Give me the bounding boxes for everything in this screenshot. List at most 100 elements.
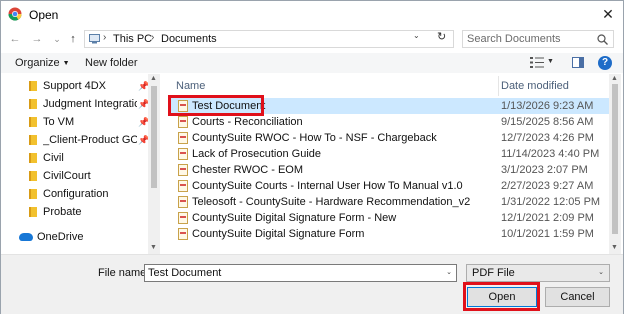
address-bar[interactable]: › This PC › Documents [84,30,454,48]
nav-item-label: Support 4DX [43,80,106,92]
back-icon[interactable]: ← [7,31,23,47]
nav-item-probate[interactable]: Probate [1,203,147,221]
file-name: CountySuite Digital Signature Form - New [192,212,397,224]
highlight-box [463,282,540,311]
column-header-name[interactable]: Name [176,80,205,92]
file-row[interactable]: CountySuite Digital Signature Form 10/1/… [169,226,609,242]
file-name: CountySuite RWOC - How To - NSF - Charge… [192,132,437,144]
pdf-file-icon [178,116,188,128]
nav-item-support-4dx[interactable]: Support 4DX 📌 [1,77,149,95]
pdf-file-icon [178,212,188,224]
dialog-footer: File name: ⌄ PDF File ⌄ Open Cancel [1,254,623,314]
search-box[interactable] [462,30,614,48]
organize-label: Organize [15,57,60,69]
nav-item-civil[interactable]: Civil [1,149,147,167]
nav-item-label: CivilCourt [43,170,91,182]
nav-item-label: Configuration [43,188,109,200]
folder-icon [29,99,37,109]
preview-pane-icon[interactable] [572,57,584,68]
view-dropdown-icon[interactable]: ▼ [547,58,554,65]
nav-item-label: OneDrive [37,231,84,243]
pdf-file-icon [178,132,188,144]
nav-item-label: To VM [43,116,75,128]
folder-icon [29,153,37,163]
command-bar: Organize ▼ New folder ▼ ? [1,53,623,73]
file-row[interactable]: Lack of Prosecution Guide 11/14/2023 4:4… [169,146,609,162]
scroll-up-icon[interactable]: ▲ [611,75,618,82]
nav-item-to-vm[interactable]: To VM 📌 [1,113,149,131]
search-input[interactable] [467,32,595,46]
file-date: 1/31/2022 12:05 PM [501,196,601,208]
file-list: Name Date modified Test Document 1/13/20… [161,74,623,254]
close-icon: ✕ [602,5,614,22]
file-date: 12/1/2021 2:09 PM [501,212,594,224]
help-icon[interactable]: ? [598,56,612,70]
file-row[interactable]: Courts - Reconciliation 9/15/2025 8:56 A… [169,114,609,130]
file-row[interactable]: CountySuite Digital Signature Form - New… [169,210,609,226]
this-pc-icon [89,34,100,44]
file-name-label: File name: [98,267,150,279]
navigation-bar: ← → ⌄ ↑ › This PC › Documents ⌄ ↻ [1,29,623,49]
file-date: 2/27/2023 9:27 AM [501,180,594,192]
folder-icon [29,171,37,181]
file-type-value: PDF File [472,267,515,279]
search-icon [597,34,608,45]
view-options-icon[interactable] [530,57,544,68]
scroll-down-icon[interactable]: ▼ [150,244,157,251]
nav-scrollbar[interactable]: ▲ ▼ [148,74,160,254]
file-name-combobox[interactable]: ⌄ [144,264,457,282]
file-row[interactable]: Chester RWOC - EOM 3/1/2023 2:07 PM [169,162,609,178]
breadcrumb-this-pc[interactable]: This PC [113,33,152,45]
file-name: Lack of Prosecution Guide [192,148,322,160]
pdf-file-icon [178,228,188,240]
file-date: 9/15/2025 8:56 AM [501,116,594,128]
up-icon[interactable]: ↑ [65,31,81,47]
file-name: CountySuite Courts - Internal User How T… [192,180,463,192]
file-list-scrollbar-thumb[interactable] [612,84,618,234]
chrome-icon [8,7,22,21]
file-date: 10/1/2021 1:59 PM [501,228,594,240]
organize-menu[interactable]: Organize ▼ [15,57,70,69]
nav-item-label: Civil [43,152,64,164]
file-name: Courts - Reconciliation [192,116,303,128]
folder-icon [29,189,37,199]
close-button[interactable]: ✕ [595,3,621,25]
folder-icon [29,81,37,91]
file-date: 1/13/2026 9:23 AM [501,100,594,112]
pdf-file-icon [178,164,188,176]
scroll-up-icon[interactable]: ▲ [150,75,157,82]
recent-locations-icon[interactable]: ⌄ [49,31,65,47]
chevron-down-icon[interactable]: ⌄ [446,268,452,276]
file-row[interactable]: CountySuite Courts - Internal User How T… [169,178,609,194]
forward-icon[interactable]: → [29,31,45,47]
breadcrumb-documents[interactable]: Documents [161,33,217,45]
pdf-file-icon [178,196,188,208]
nav-item-configuration[interactable]: Configuration [1,185,147,203]
nav-item-client-product-gold[interactable]: _Client-Product GOLD S 📌 [1,131,149,149]
file-date: 11/14/2023 4:40 PM [501,148,600,160]
nav-item-civilcourt[interactable]: CivilCourt [1,167,147,185]
nav-item-label: Probate [43,206,82,218]
scroll-down-icon[interactable]: ▼ [611,244,618,251]
column-divider[interactable] [498,76,499,96]
nav-scrollbar-thumb[interactable] [151,86,157,188]
pdf-file-icon [178,180,188,192]
onedrive-icon [19,233,33,241]
nav-item-label: Judgment Integration T [43,98,137,110]
pdf-file-icon [178,148,188,160]
column-header-date-modified[interactable]: Date modified [501,80,569,92]
file-list-scrollbar[interactable]: ▲ ▼ [609,74,621,254]
file-row[interactable]: CountySuite RWOC - How To - NSF - Charge… [169,130,609,146]
window-title: Open [29,8,59,22]
cancel-button[interactable]: Cancel [545,287,610,307]
address-dropdown-icon[interactable]: ⌄ [413,31,425,40]
nav-item-onedrive[interactable]: OneDrive [1,228,147,246]
highlight-box [168,95,264,116]
folder-icon [29,135,37,145]
file-row[interactable]: Teleosoft - CountySuite - Hardware Recom… [169,194,609,210]
refresh-icon[interactable]: ↻ [437,30,451,43]
new-folder-button[interactable]: New folder [85,57,138,69]
file-type-select[interactable]: PDF File ⌄ [466,264,610,282]
nav-item-judgment-integration[interactable]: Judgment Integration T 📌 [1,95,149,113]
file-name-field[interactable] [148,266,438,280]
